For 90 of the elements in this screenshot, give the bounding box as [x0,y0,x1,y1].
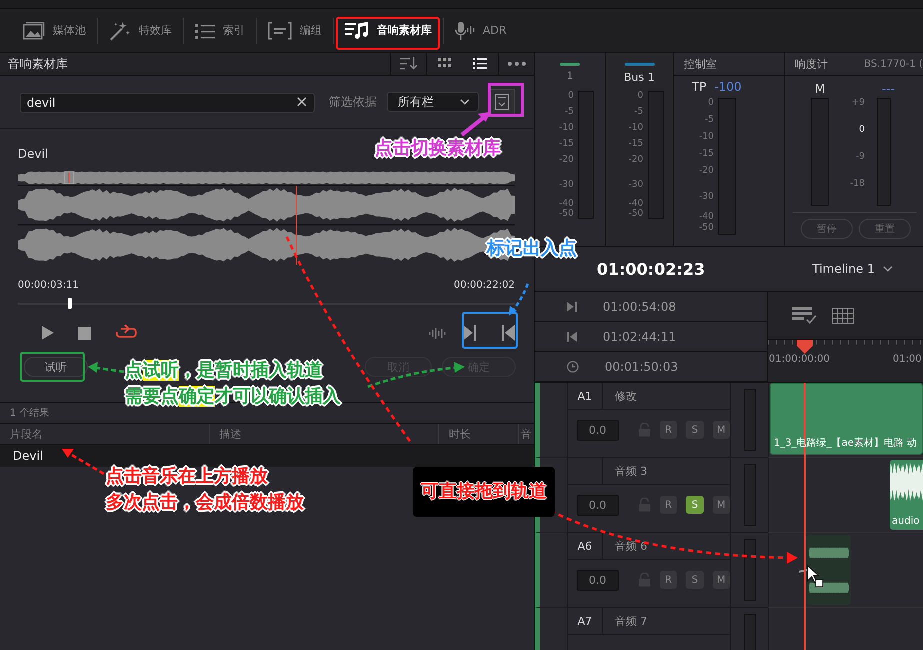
volume-field[interactable]: 0.0 [577,494,618,516]
scale-label: -9 [856,152,865,164]
scale-label: -40 [628,199,644,209]
action-button[interactable]: 试听 [24,357,88,377]
timecode-value: 00:01:50:03 [605,360,678,374]
scale-label: 0 [859,125,865,137]
start-time: 00:00:03:11 [18,280,80,291]
scale-label: -20 [699,166,714,178]
result-row[interactable]: Devil [0,445,534,467]
solo-button[interactable]: S [686,496,704,514]
volume-field[interactable]: 0.0 [577,570,618,590]
record-button[interactable]: R [660,421,678,439]
scale-label: 0 [708,98,714,110]
toolbar-tab[interactable]: 索引 [190,18,250,42]
meter-value: --- [882,82,895,96]
toolbar-tab[interactable]: ADR [450,16,512,44]
mute-button[interactable]: M [712,496,730,514]
panel-title: 响度计 [795,56,828,72]
standard-label: BS.1770-1 ( [864,58,923,70]
scale-label: -30 [559,180,574,192]
record-button[interactable]: R [660,496,678,514]
scale-label: -40 [559,199,574,209]
scale-label: +9 [852,98,865,110]
toolbar-tab[interactable]: 媒体池 [18,18,91,44]
volume-field[interactable]: 0.0 [577,420,618,440]
filter-dropdown[interactable]: 所有栏 [387,92,479,112]
scale-label: -5 [705,115,714,127]
channel-label: Bus 1 [624,71,655,85]
scale-label: -15 [559,139,574,151]
track-name: 音频 7 [614,614,648,630]
toolbar-tab[interactable]: 音响素材库 [340,18,437,44]
scale-label: -10 [628,123,644,135]
meter-button[interactable]: 重置 [859,219,911,239]
timeline-dropdown[interactable]: Timeline 1 [812,262,893,276]
track-id: A6 [568,533,603,559]
scale-label: -50 [628,209,644,219]
timecode-value: 01:02:44:11 [603,330,676,344]
scale-label: -5 [565,107,574,119]
track-id: A1 [568,383,603,409]
track-id: A7 [568,608,603,634]
scale-label: -15 [699,149,714,161]
end-time: 00:00:22:02 [454,280,515,291]
timecode: 01:00:02:23 [597,260,706,278]
scale-label: -10 [699,132,714,144]
scale-label: 0 [568,91,574,103]
search-field[interactable]: devil [20,93,315,113]
audio-clip[interactable]: audio [890,460,923,530]
column-header[interactable]: 时长 [439,424,520,444]
channel-label: 1 [566,71,574,84]
track-name: 音频 3 [614,464,648,480]
scale-label: -20 [559,155,574,167]
annotation-text: 多次点击，会成倍数播放 [106,492,304,514]
toolbar-tab[interactable]: 特效库 [104,16,177,44]
annotation-text: 点击音乐在上方播放 [106,466,268,488]
panel-title: 控制室 [674,53,784,76]
timecode-value: 01:00:54:08 [603,300,676,314]
column-header[interactable]: 描述 [210,424,440,444]
column-header[interactable]: 音 [519,424,534,444]
scale-label: -10 [559,123,574,135]
scale-label: -5 [634,107,644,119]
record-button[interactable]: R [660,571,678,589]
scale-label: -30 [699,192,714,204]
mute-button[interactable]: M [712,571,730,589]
tp-label: TP [692,80,707,96]
filter-label: 筛选依据 [329,94,377,110]
scale-label: -30 [628,180,644,192]
ruler-label: 01:00 [893,354,922,365]
annotation-text: 点试听，是暂时插入轨道 [125,360,323,382]
scale-label: -18 [850,179,865,191]
scale-label: -50 [699,223,714,234]
solo-button[interactable]: S [686,571,704,589]
mute-button[interactable]: M [712,421,730,439]
meter-button[interactable]: 暂停 [801,219,853,239]
scale-label: -40 [699,212,714,223]
solo-button[interactable]: S [686,421,704,439]
track-name: 修改 [614,388,637,404]
annotation-text: 可直接拖到轨道 [421,481,547,502]
clip-label: audio [891,516,921,529]
toolbar-tab[interactable]: 编组 [263,18,327,44]
scale-label: 0 [638,91,644,103]
clip-title: Devil [18,147,48,161]
panel-title: 音响素材库 [8,56,68,72]
meter-label: M [815,82,826,96]
scale-label: -50 [559,209,574,219]
tp-value: -100 [714,80,742,96]
ruler-label: 01:00:00:00 [769,354,830,365]
scale-label: -15 [628,139,644,151]
annotation-text: 点击切换素材库 [375,138,501,160]
scale-label: -20 [628,155,644,167]
column-header[interactable]: 片段名 [0,424,210,444]
